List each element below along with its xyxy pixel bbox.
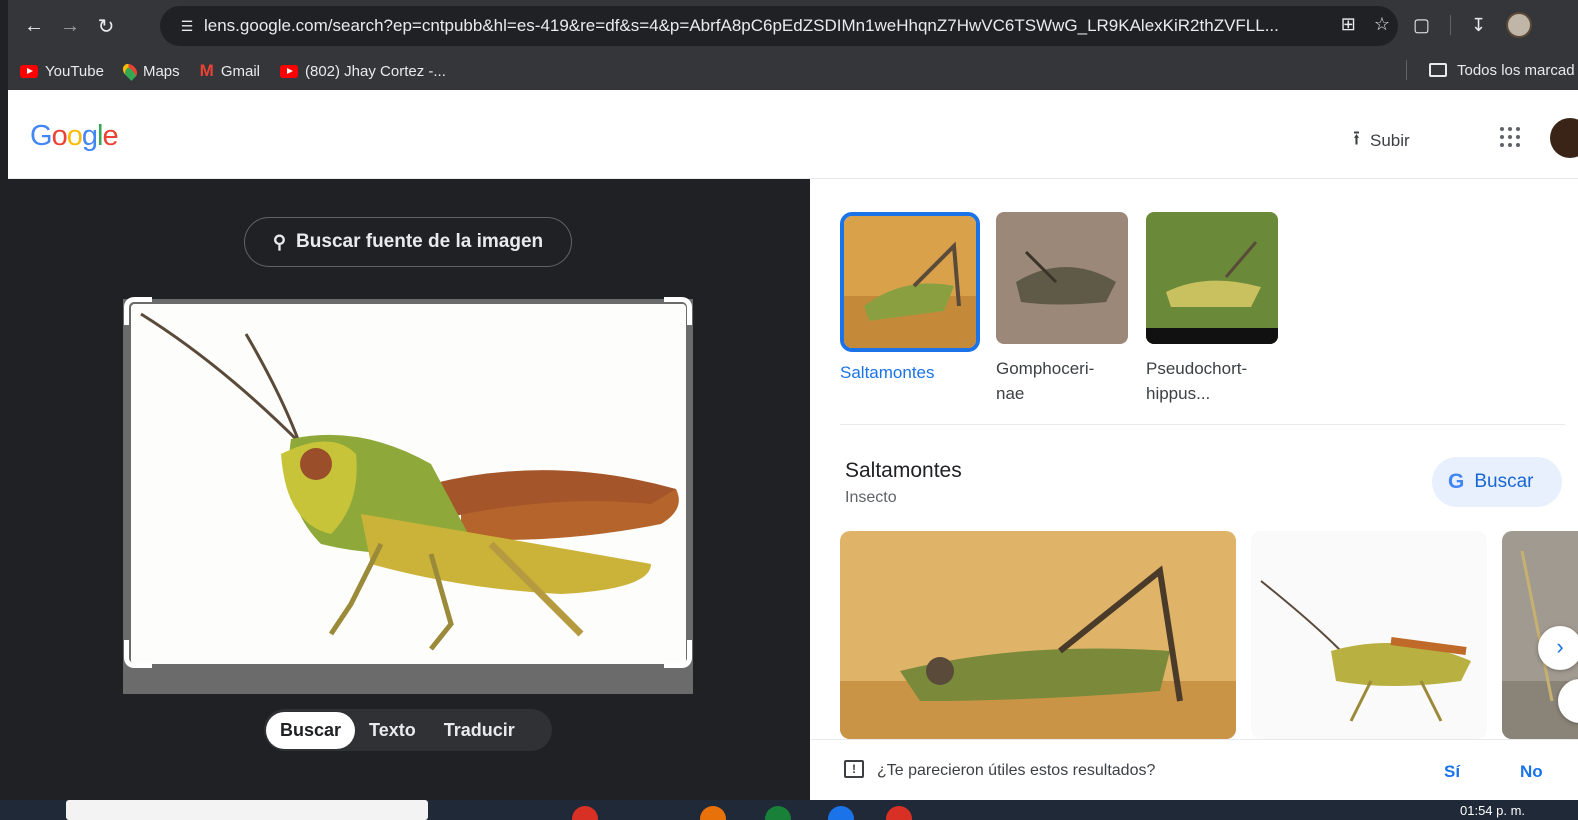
chip-label: Pseudochort- hippus... <box>1146 359 1248 403</box>
feedback-no-button[interactable]: No <box>1520 762 1543 782</box>
bookmark-label: YouTube <box>45 62 104 80</box>
mode-translate-tab[interactable]: Traducir <box>430 712 529 749</box>
google-g-icon: G <box>1448 470 1465 493</box>
maps-icon <box>120 61 140 81</box>
find-source-label: Buscar fuente de la imagen <box>296 231 544 252</box>
bookmarks-bar: YouTube Maps M Gmail (802) Jhay Cortez -… <box>8 52 1578 90</box>
lens-mode-switch: Buscar Texto Traducir <box>264 709 552 751</box>
entity-chip-gomphocerinae[interactable]: Gomphoceri- nae <box>996 212 1136 406</box>
chip-thumbnail <box>840 212 980 352</box>
bookmark-jhay-cortez[interactable]: (802) Jhay Cortez -... <box>279 62 446 80</box>
bookmark-maps[interactable]: Maps <box>120 61 180 81</box>
crop-handle-bottom-right[interactable] <box>664 640 692 668</box>
window-edge <box>0 0 8 820</box>
lens-search-icon: ⚲ <box>272 231 287 252</box>
bookmark-gmail[interactable]: M Gmail <box>200 61 260 81</box>
query-image[interactable] <box>131 304 686 664</box>
mode-search-tab[interactable]: Buscar <box>266 711 356 749</box>
taskbar-search[interactable] <box>66 800 428 820</box>
os-taskbar: 01:54 p. m. <box>0 800 1578 820</box>
find-image-source-button[interactable]: ⚲ Buscar fuente de la imagen <box>244 217 572 267</box>
results-pane: Saltamontes Gomphoceri- nae Pseudochort-… <box>810 179 1578 800</box>
crop-handle-top-right[interactable] <box>664 297 692 325</box>
taskbar-app-icon[interactable] <box>828 806 854 820</box>
feedback-question: ¿Te parecieron útiles estos resultados? <box>877 762 1156 779</box>
taskbar-chrome-icon[interactable] <box>886 806 912 820</box>
bookmark-youtube[interactable]: YouTube <box>20 63 104 80</box>
chip-thumbnail <box>996 212 1128 344</box>
entity-chip-pseudochorthippus[interactable]: Pseudochort- hippus... <box>1146 212 1286 406</box>
site-info-icon[interactable]: ☰ <box>170 18 204 35</box>
chip-thumbnail <box>1146 212 1278 344</box>
gmail-icon: M <box>199 61 214 80</box>
crop-handle-top-left[interactable] <box>124 297 152 325</box>
crop-handle-bottom-left[interactable] <box>124 640 152 668</box>
url-text[interactable]: lens.google.com/search?ep=cntpubb&hl=es-… <box>204 16 1304 36</box>
all-bookmarks-label: Todos los marcad <box>1457 61 1575 79</box>
back-icon[interactable]: ← <box>16 15 52 38</box>
bookmark-label: Maps <box>142 62 180 80</box>
account-avatar[interactable] <box>1550 118 1578 158</box>
bookmark-label: Gmail <box>220 62 260 80</box>
apps-grid-icon[interactable] <box>1500 127 1520 147</box>
entity-chip-saltamontes[interactable]: Saltamontes <box>840 212 980 385</box>
bookmark-label: (802) Jhay Cortez -... <box>304 62 446 80</box>
result-image[interactable] <box>840 531 1236 739</box>
download-icon[interactable]: ↧ <box>1471 15 1486 36</box>
chip-label: Saltamontes <box>840 363 935 382</box>
upload-icon: ⭱ <box>1353 128 1360 150</box>
install-app-icon[interactable]: ⊞ <box>1341 14 1356 35</box>
mode-text-tab[interactable]: Texto <box>355 712 430 749</box>
result-image[interactable] <box>1251 531 1487 739</box>
bookmarks-separator <box>1406 60 1407 80</box>
forward-icon[interactable]: → <box>52 15 88 38</box>
image-pane: ⚲ Buscar fuente de la imagen Buscar Text… <box>8 179 810 800</box>
all-bookmarks[interactable]: Todos los marcad <box>1406 60 1575 80</box>
carousel-next-button[interactable]: › <box>1538 626 1578 670</box>
grasshopper-image <box>131 304 686 664</box>
taskbar-clock[interactable]: 01:54 p. m. <box>1460 803 1525 818</box>
reload-icon[interactable]: ↻ <box>88 14 124 39</box>
upload-label: Subir <box>1370 131 1410 150</box>
feedback-yes-button[interactable]: Sí <box>1444 762 1460 782</box>
feedback-icon: ! <box>844 760 864 778</box>
bookmark-star-icon[interactable]: ☆ <box>1374 14 1390 35</box>
chip-label: Gomphoceri- nae <box>996 359 1095 403</box>
browser-toolbar: ← → ↻ ☰ lens.google.com/search?ep=cntpub… <box>8 0 1578 52</box>
folder-icon <box>1429 63 1447 77</box>
address-bar[interactable]: ☰ lens.google.com/search?ep=cntpubb&hl=e… <box>160 6 1398 46</box>
section-divider <box>840 424 1565 425</box>
taskbar-app-icon[interactable] <box>572 806 598 820</box>
taskbar-app-icon[interactable] <box>765 806 791 820</box>
image-frame <box>123 297 693 694</box>
taskbar-app-icon[interactable] <box>700 806 726 820</box>
google-search-button[interactable]: G Buscar <box>1432 457 1562 507</box>
lens-header: Google ⭱ Subir <box>8 90 1578 179</box>
feedback-bar: ! ¿Te parecieron útiles estos resultados… <box>810 739 1578 800</box>
extensions-icon[interactable]: ▢ <box>1413 15 1430 36</box>
search-button-label: Buscar <box>1474 471 1534 492</box>
upload-button[interactable]: ⭱ Subir <box>1353 124 1410 158</box>
knowledge-panel-title: Saltamontes <box>845 459 962 482</box>
youtube-icon <box>20 64 38 78</box>
profile-avatar[interactable] <box>1506 12 1533 38</box>
toolbar-separator <box>1450 15 1452 35</box>
google-logo[interactable]: Google <box>30 120 119 153</box>
knowledge-panel-subtitle: Insecto <box>845 489 897 506</box>
youtube-icon <box>279 64 298 78</box>
